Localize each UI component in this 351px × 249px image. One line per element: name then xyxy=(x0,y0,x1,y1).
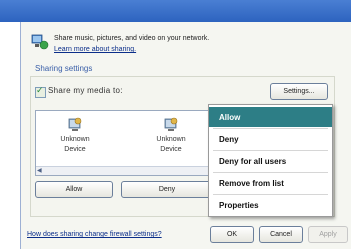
menu-item-allow[interactable]: Allow xyxy=(209,107,332,127)
ok-button[interactable]: OK xyxy=(210,226,254,243)
share-media-checkbox[interactable] xyxy=(35,85,46,98)
device-icon xyxy=(68,117,82,131)
device-context-menu: Allow Deny Deny for all users Remove fro… xyxy=(208,104,333,217)
device-name-line1: Unknown xyxy=(156,136,186,143)
menu-item-deny-all-users[interactable]: Deny for all users xyxy=(209,151,332,171)
firewall-help-link[interactable]: How does sharing change firewall setting… xyxy=(27,231,162,238)
info-text: Share music, pictures, and video on your… xyxy=(54,35,210,42)
settings-button[interactable]: Settings... xyxy=(270,83,328,100)
device-list: Unknown Device Unknown Device ◀ xyxy=(35,110,222,176)
menu-item-properties[interactable]: Properties xyxy=(209,195,332,215)
sharing-settings-heading: Sharing settings xyxy=(35,64,93,73)
allow-button[interactable]: Allow xyxy=(35,181,113,198)
apply-button[interactable]: Apply xyxy=(308,226,348,243)
device-name-line1: Unknown xyxy=(60,136,90,143)
share-media-label: Share my media to: xyxy=(48,86,123,95)
window: Share music, pictures, and video on your… xyxy=(0,0,351,249)
menu-item-deny[interactable]: Deny xyxy=(209,129,332,149)
cancel-button[interactable]: Cancel xyxy=(259,226,303,243)
device-item[interactable]: Unknown Device xyxy=(146,117,196,155)
device-item[interactable]: Unknown Device xyxy=(50,117,100,155)
deny-button[interactable]: Deny xyxy=(121,181,213,198)
horizontal-scrollbar[interactable]: ◀ xyxy=(36,166,221,175)
device-icon xyxy=(164,117,178,131)
device-name-line2: Device xyxy=(64,146,86,153)
title-bar xyxy=(0,0,351,22)
device-name-line2: Device xyxy=(160,146,182,153)
scroll-left-icon[interactable]: ◀ xyxy=(37,168,43,174)
learn-more-link[interactable]: Learn more about sharing. xyxy=(54,46,136,53)
menu-item-remove-from-list[interactable]: Remove from list xyxy=(209,173,332,193)
media-sharing-icon xyxy=(31,34,49,50)
